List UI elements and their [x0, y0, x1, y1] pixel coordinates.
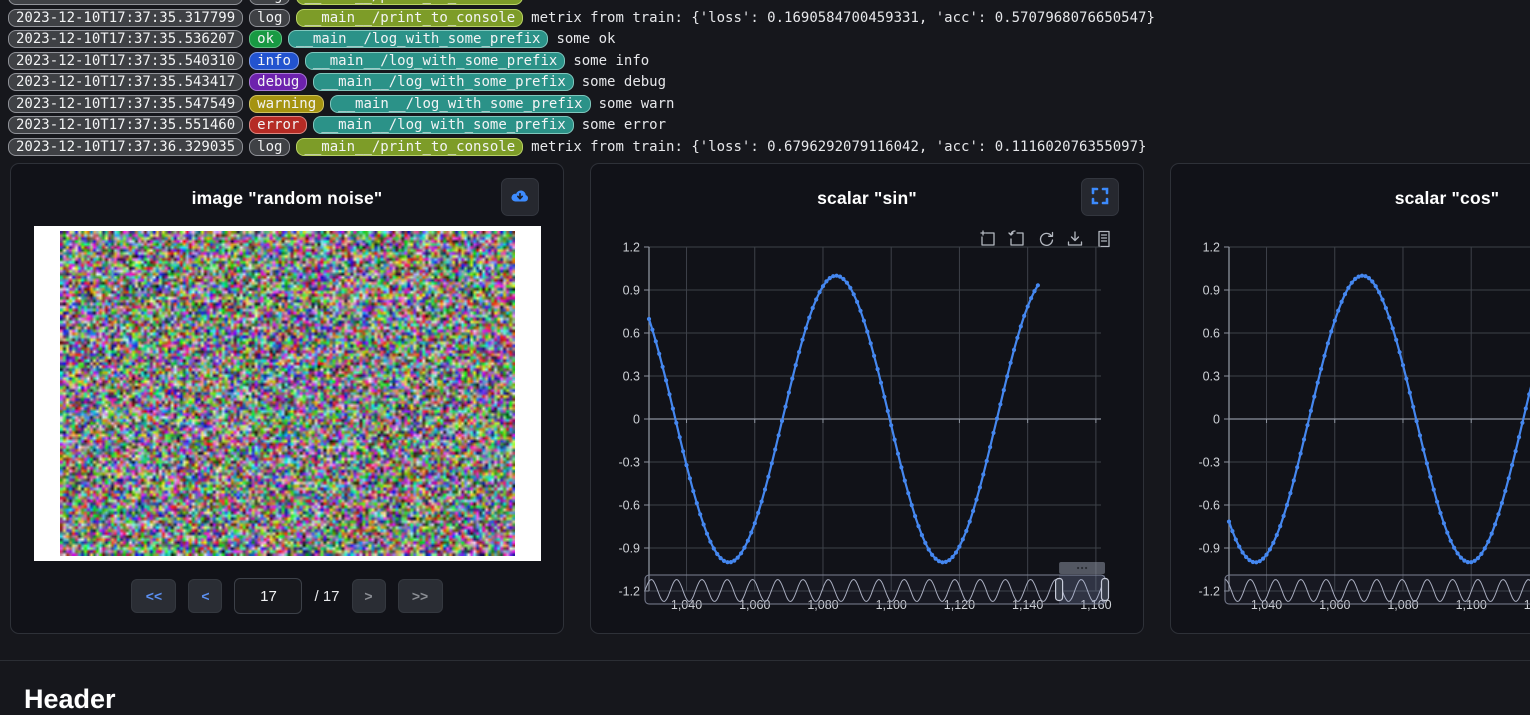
log-message: metrix from train: {'loss': 0.1690584700… — [531, 10, 1155, 26]
cos-line-chart[interactable]: 1.20.90.60.30-0.3-0.6-0.9-1.21,0401,0601… — [1171, 164, 1530, 635]
datazoom-handle[interactable] — [1102, 579, 1109, 601]
log-message: some debug — [582, 74, 666, 90]
svg-text:-1.2: -1.2 — [1198, 585, 1220, 599]
image-card-title: image "random noise" — [11, 188, 563, 209]
log-row: 2023-12-10T17:37:35.536207 ok __main__/log… — [8, 30, 1530, 49]
timestamp-badge: 2023-12-10T17:37:36.329035 — [8, 138, 243, 156]
timestamp-badge: 2023-12-10T17:37:35.317799 — [8, 9, 243, 27]
svg-text:0.9: 0.9 — [1203, 284, 1220, 298]
next-section-heading: Header — [24, 684, 116, 715]
cards-row: image "random noise" << < / 17 > >> scal… — [10, 163, 1530, 634]
level-badge: log — [249, 138, 290, 156]
svg-text:0.6: 0.6 — [1203, 327, 1220, 341]
next-page-button[interactable]: > — [352, 579, 386, 613]
noise-image — [60, 231, 515, 556]
level-badge: ok — [249, 30, 282, 48]
svg-text:0.9: 0.9 — [623, 284, 640, 298]
svg-text:-1.2: -1.2 — [618, 585, 640, 599]
log-row: 2023-12-10T17:37:35.317799 log __main__/pr… — [8, 0, 1530, 6]
function-badge: __main__/log_with_some_prefix — [305, 52, 565, 70]
log-row: 2023-12-10T17:37:35.543417 debug __main__/… — [8, 73, 1530, 92]
svg-text:-0.3: -0.3 — [618, 456, 640, 470]
log-message: some warn — [599, 96, 675, 112]
svg-text:-0.3: -0.3 — [1198, 456, 1220, 470]
log-message: metrix from train: {'loss': 0.6796292079… — [531, 139, 1146, 155]
timestamp-badge: 2023-12-10T17:37:35.547549 — [8, 95, 243, 113]
svg-text:1.2: 1.2 — [623, 241, 640, 255]
svg-text:-0.9: -0.9 — [1198, 542, 1220, 556]
last-page-button[interactable]: >> — [398, 579, 443, 613]
function-badge: __main__/log_with_some_prefix — [313, 116, 573, 134]
page-total-label: / 17 — [314, 588, 339, 605]
function-badge: __main__/print_to_console — [296, 9, 523, 27]
datazoom-window[interactable] — [1059, 575, 1105, 604]
first-page-button[interactable]: << — [131, 579, 176, 613]
timestamp-badge: 2023-12-10T17:37:35.551460 — [8, 116, 243, 134]
function-badge: __main__/print_to_console — [296, 0, 523, 5]
svg-text:-0.6: -0.6 — [618, 499, 640, 513]
image-frame — [34, 226, 541, 561]
image-card: image "random noise" << < / 17 > >> — [10, 163, 564, 634]
level-badge: error — [249, 116, 307, 134]
download-image-button[interactable] — [501, 178, 539, 216]
log-message: some error — [582, 117, 666, 133]
level-badge: info — [249, 52, 299, 70]
log-row: 2023-12-10T17:37:35.317799 log __main__/pr… — [8, 9, 1530, 28]
level-badge: warning — [249, 95, 324, 113]
page-number-input[interactable] — [234, 578, 302, 614]
svg-text:0.6: 0.6 — [623, 327, 640, 341]
log-message: some ok — [556, 31, 615, 47]
datazoom-handle[interactable] — [1056, 579, 1063, 601]
svg-text:0: 0 — [633, 413, 640, 427]
timestamp-badge: 2023-12-10T17:37:35.543417 — [8, 73, 243, 91]
timestamp-badge: 2023-12-10T17:37:35.317799 — [8, 0, 243, 5]
log-row: 2023-12-10T17:37:35.540310 info __main__/l… — [8, 52, 1530, 71]
datazoom-slider[interactable] — [645, 575, 1105, 604]
timestamp-badge: 2023-12-10T17:37:35.536207 — [8, 30, 243, 48]
svg-text:0.3: 0.3 — [1203, 370, 1220, 384]
svg-text:-0.9: -0.9 — [618, 542, 640, 556]
scalar-sin-card: scalar "sin" 1.20.90.60.30-0.3-0.6-0.9-1… — [590, 163, 1144, 634]
function-badge: __main__/log_with_some_prefix — [313, 73, 573, 91]
log-row: 2023-12-10T17:37:35.547549 warning __main_… — [8, 95, 1530, 114]
function-badge: __main__/log_with_some_prefix — [330, 95, 590, 113]
prev-page-button[interactable]: < — [188, 579, 222, 613]
svg-text:0.3: 0.3 — [623, 370, 640, 384]
image-pagination: << < / 17 > >> — [11, 578, 563, 614]
svg-text:0: 0 — [1213, 413, 1220, 427]
function-badge: __main__/log_with_some_prefix — [288, 30, 548, 48]
svg-text:-0.6: -0.6 — [1198, 499, 1220, 513]
log-message: some info — [573, 53, 649, 69]
function-badge: __main__/print_to_console — [296, 138, 523, 156]
level-badge: debug — [249, 73, 307, 91]
log-row: 2023-12-10T17:37:36.329035 log __main__/pr… — [8, 138, 1530, 157]
log-console: 2023-12-10T17:37:35.317799 log __main__/pr… — [0, 0, 1530, 156]
level-badge: log — [249, 9, 290, 27]
section-divider — [0, 660, 1530, 661]
svg-text:1.2: 1.2 — [1203, 241, 1220, 255]
level-badge: log — [249, 0, 290, 5]
cloud-download-icon — [509, 185, 531, 210]
timestamp-badge: 2023-12-10T17:37:35.540310 — [8, 52, 243, 70]
sin-line-chart[interactable]: 1.20.90.60.30-0.3-0.6-0.9-1.21,0401,0601… — [591, 164, 1145, 635]
log-row: 2023-12-10T17:37:35.551460 error __main__/… — [8, 116, 1530, 135]
scalar-cos-card: scalar "cos" 1.20.90.60.30-0.3-0.6-0.9-1… — [1170, 163, 1530, 634]
